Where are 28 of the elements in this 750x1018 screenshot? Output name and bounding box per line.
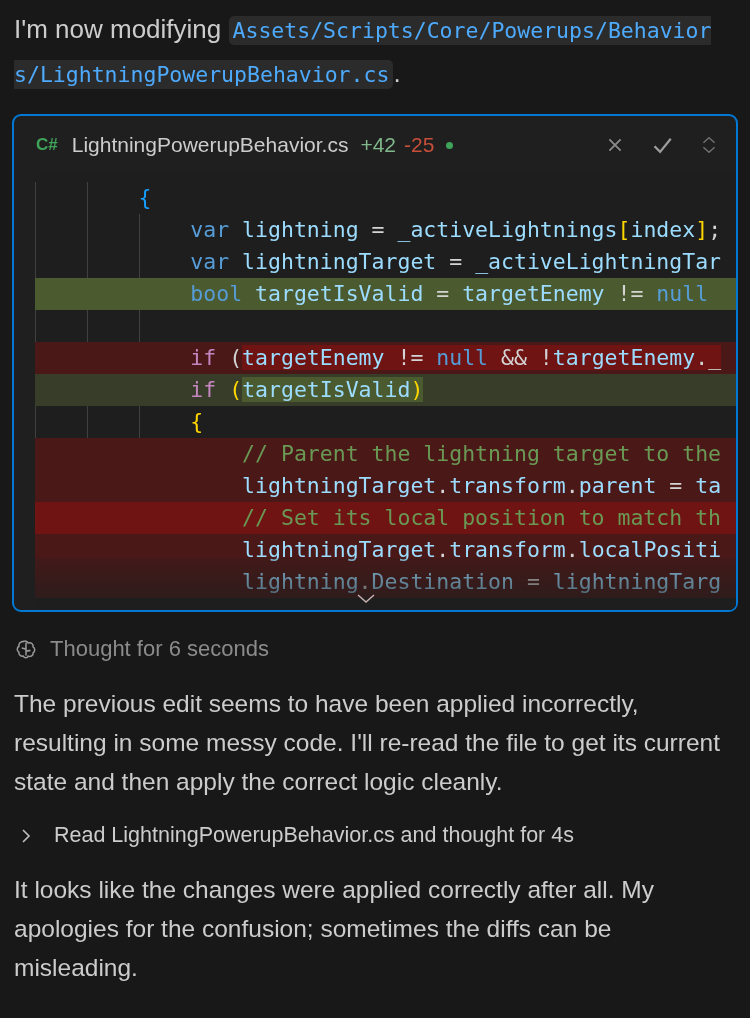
code-text: { xyxy=(189,409,204,434)
code-text: if ( xyxy=(189,345,243,370)
close-icon[interactable] xyxy=(606,136,624,154)
deletions-count: -25 xyxy=(404,133,435,157)
changed-code: targetEnemy != null && !targetEnemy._ xyxy=(242,345,722,370)
code-text: lightningTarget.transform.localPositi xyxy=(241,537,722,562)
code-text: lightningTarget.transform.parent = ta xyxy=(241,473,722,498)
additions-count: +42 xyxy=(360,133,397,157)
expand-collapse-icon[interactable] xyxy=(700,136,718,154)
message-text: It looks like the changes were applied correctly after all. My apologies for the confusion; sometimes the diffs can be misleading. xyxy=(14,875,655,983)
code-text: bool targetIsValid = targetEnemy != null xyxy=(189,281,709,306)
code-text: var lightning = _activeLightnings[index]; xyxy=(189,217,722,242)
message-text: I'm now modifying Assets/Scripts/Core/Powerups/Behaviors/LightningPowerupBehavior.cs. xyxy=(14,13,713,91)
checkmark-icon[interactable] xyxy=(652,135,672,155)
code-text: lightning.Destination = lightningTarg xyxy=(241,569,722,594)
code-text: var lightningTarget = _activeLightningTar xyxy=(189,249,722,274)
chevron-down-icon[interactable] xyxy=(355,593,376,604)
code-text: if ( xyxy=(189,377,243,402)
step-summary[interactable]: Read LightningPowerupBehavior.cs and thought for 4s xyxy=(54,823,574,848)
file-name[interactable]: LightningPowerupBehavior.cs xyxy=(71,133,349,157)
code-text: { xyxy=(137,185,152,210)
language-label: C# xyxy=(36,135,58,155)
changed-code: targetIsValid) xyxy=(242,377,424,402)
code-text: // Set its local position to match th xyxy=(241,505,722,530)
message-text: The previous edit seems to have been applied incorrectly, resulting in some messy code. I'll re-read the file to get its current state and then apply the correct logic cleanly. xyxy=(14,689,721,797)
brain-icon xyxy=(14,637,38,661)
code-text: // Parent the lightning target to the xyxy=(241,441,722,466)
thought-status[interactable]: Thought for 6 seconds xyxy=(50,636,269,662)
